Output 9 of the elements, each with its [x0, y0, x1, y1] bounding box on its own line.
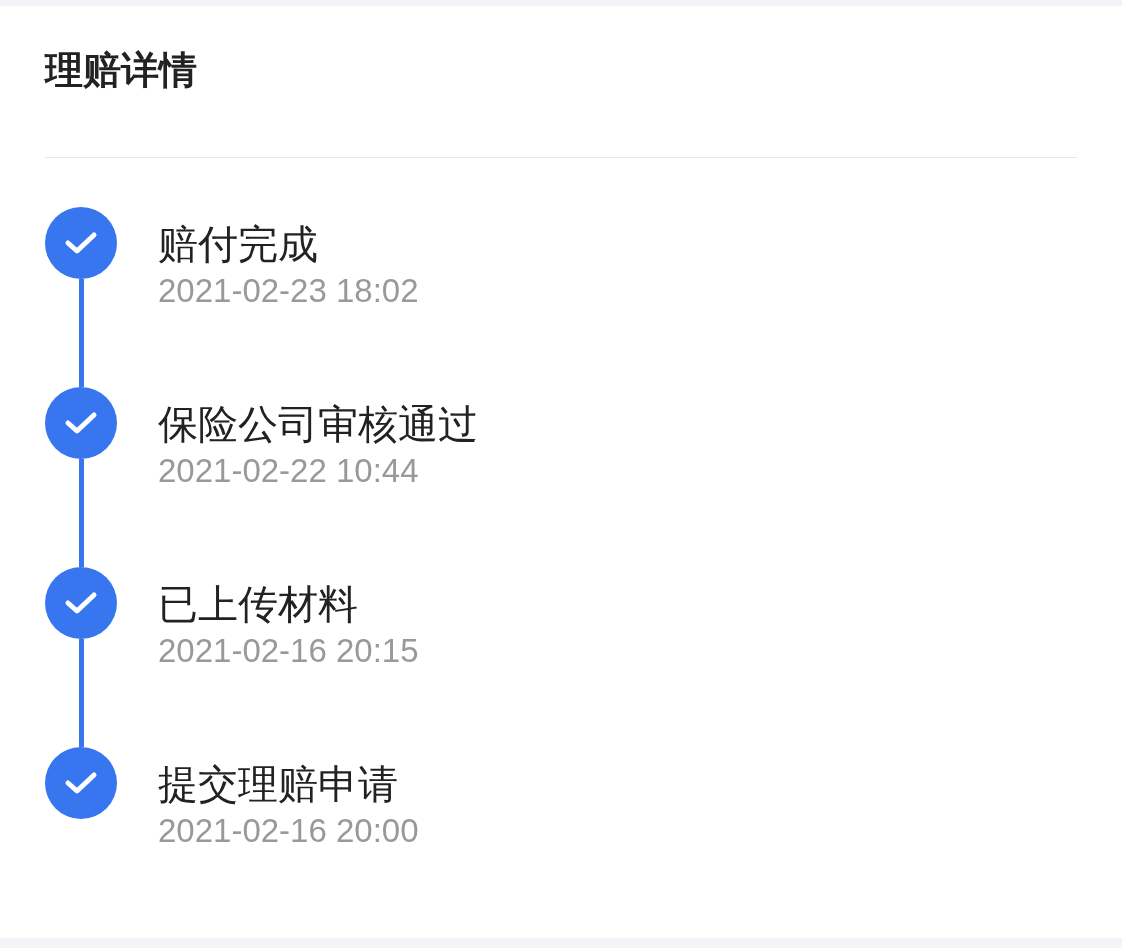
- step-time: 2021-02-16 20:00: [158, 811, 419, 851]
- step-time: 2021-02-16 20:15: [158, 631, 419, 671]
- step-title: 保险公司审核通过: [158, 400, 478, 449]
- section-title: 理赔详情: [45, 46, 197, 94]
- step-time: 2021-02-22 10:44: [158, 451, 420, 491]
- step-title: 已上传材料: [158, 580, 359, 629]
- step-title: 提交理赔申请: [158, 760, 399, 809]
- step-title: 赔付完成: [158, 220, 319, 269]
- step-time: 2021-02-23 18:02: [158, 271, 419, 311]
